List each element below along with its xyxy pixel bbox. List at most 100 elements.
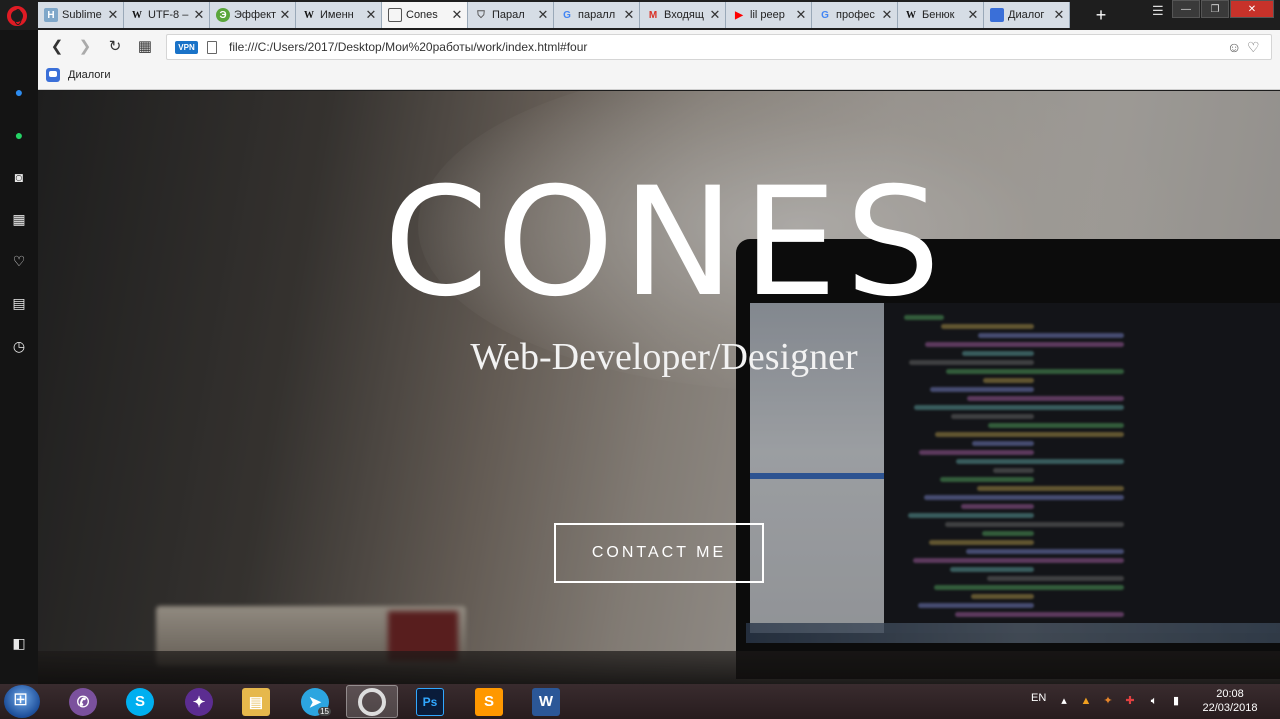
security-tray-icon[interactable]: ✚ [1122,693,1138,709]
history-icon[interactable]: ◷ [9,336,29,356]
whatsapp-icon[interactable]: ● [9,125,29,145]
new-tab-button[interactable]: + [1090,4,1112,26]
viber-icon: ✆ [69,687,97,716]
tab-5[interactable]: ⛉ Парал ✕ [468,2,554,28]
contact-me-button[interactable]: CONTACT ME [554,523,764,583]
network-icon[interactable]: ▮ [1168,693,1184,709]
tab-close-icon[interactable]: ✕ [279,7,291,23]
system-clock[interactable]: 20:08 22/03/2018 [1196,687,1264,715]
tab-2[interactable]: Э Эффект ✕ [210,2,296,28]
news-icon[interactable]: ▤ [9,293,29,313]
tab-close-icon[interactable]: ✕ [1053,7,1065,23]
sidebar-toggle-icon[interactable]: ◧ [9,633,29,653]
camera-icon[interactable]: ◙ [9,167,29,187]
tab-close-icon[interactable]: ✕ [881,7,893,23]
word-icon: W [532,687,560,716]
language-indicator[interactable]: EN [1031,692,1046,704]
vpn-badge[interactable]: VPN [175,41,198,54]
windows-taskbar: ✆S✦▤➤15OPsSW EN ▴ ▲ ✦ ✚ 🔈︎ ▮ 20:08 22/03… [0,684,1280,719]
skype-icon: S [126,687,154,716]
tab-close-icon[interactable]: ✕ [193,7,205,23]
tab-9[interactable]: Gпрофес ✕ [812,2,898,28]
tab-close-icon[interactable]: ✕ [967,7,979,23]
address-toolbar: ❮ ❯ ↻ ▦ VPN file:///C:/Users/2017/Deskto… [38,30,1280,64]
forward-button[interactable]: ❯ [76,38,94,56]
tab-11[interactable]: Диалог ✕ [984,2,1070,28]
tab-3[interactable]: W Именн ✕ [296,2,382,28]
taskbar-sublime-text[interactable]: S [463,685,515,718]
tab-6[interactable]: Gпаралл ✕ [554,2,640,28]
tab-favicon-icon: G [563,9,571,21]
notification-badge: 15 [318,707,331,716]
tab-10[interactable]: W Бенюк ✕ [898,2,984,28]
bookmark-heart-icon[interactable]: ♡ [1247,39,1260,56]
tab-favicon-icon: ⛉ [477,9,485,21]
tab-close-icon[interactable]: ✕ [107,7,119,23]
back-button[interactable]: ❮ [48,38,66,56]
tab-0[interactable]: H Sublime ✕ [38,2,124,28]
taskbar-file-explorer[interactable]: ▤ [230,685,282,718]
heart-icon[interactable]: ♡ [9,251,29,271]
messenger-icon[interactable]: ● [9,82,29,102]
tab-1[interactable]: W UTF-8 – ✕ [124,2,210,28]
tab-close-icon[interactable]: ✕ [537,7,549,23]
bookmark-label: Диалоги [68,69,111,81]
tab-7[interactable]: M Входящ ✕ [640,2,726,28]
start-button[interactable] [4,685,40,718]
tab-close-icon[interactable]: ✕ [709,7,721,23]
tab-close-icon[interactable]: ✕ [365,7,377,23]
tab-favicon-icon: H [44,8,58,22]
taskbar-telegram[interactable]: ➤ 15 [289,685,341,718]
volume-icon[interactable]: 🔈︎ [1146,693,1162,709]
page-viewport: CONES Web-Developer/Designer CONTACT ME [38,91,1280,684]
tab-favicon-icon: W [304,9,314,21]
close-window-button[interactable]: ✕ [1230,0,1274,18]
opera-menu-icon[interactable] [7,6,27,26]
url-field[interactable]: VPN file:///C:/Users/2017/Desktop/Мои%20… [166,34,1272,60]
tab-close-icon[interactable]: ✕ [623,7,635,23]
reload-button[interactable]: ↻ [106,38,124,56]
taskbar-visual-studio[interactable]: ✦ [173,685,225,718]
url-text[interactable]: file:///C:/Users/2017/Desktop/Мои%20рабо… [229,40,587,54]
minimize-button[interactable]: — [1172,0,1200,18]
file-icon [207,41,217,54]
tab-menu-icon[interactable]: ☰ [1152,3,1164,19]
bookmarks-bar: Диалоги [38,64,1280,90]
tab-label: Именн [320,9,354,21]
snapshot-emoji-icon[interactable]: ☺ [1227,39,1241,55]
tab-label: Бенюк [922,9,955,21]
file-explorer-icon: ▤ [242,687,270,716]
tray-expand-icon[interactable]: ▴ [1056,693,1072,709]
taskbar-word[interactable]: W [520,685,572,718]
speed-dial-button[interactable]: ▦ [136,38,154,56]
maximize-button[interactable]: ❐ [1201,0,1229,18]
sublime-text-icon: S [475,687,503,716]
taskbar-viber[interactable]: ✆ [57,685,109,718]
clock-time: 20:08 [1216,688,1244,700]
speed-dial-icon[interactable]: ▦ [9,209,29,229]
window-controls: — ❐ ✕ [1171,0,1274,18]
taskbar-skype[interactable]: S [114,685,166,718]
bookmark-dialogs[interactable]: Диалоги [46,68,111,82]
taskbar-photoshop[interactable]: Ps [404,685,456,718]
avast-tray-icon[interactable]: ▲ [1078,693,1094,709]
visual-studio-icon: ✦ [185,687,213,716]
tab-4[interactable]: Cones ✕ [382,2,468,28]
browser-tab-strip: H Sublime ✕ W UTF-8 – ✕ Э Эффект ✕ W Именн ✕ Cones ✕ ⛉… [0,0,1280,30]
tab-favicon-icon: W [906,9,916,21]
taskbar-opera[interactable]: O [346,685,398,718]
tab-8[interactable]: ▶ lil peep ✕ [726,2,812,28]
tab-favicon-icon [388,8,402,22]
tab-favicon-icon: G [821,9,829,21]
opera-sidebar: ● ● ◙ ▦ ♡ ▤ ◷ ◧ [0,30,38,684]
tab-list: H Sublime ✕ W UTF-8 – ✕ Э Эффект ✕ W Именн ✕ Cones ✕ ⛉… [38,0,1070,30]
metamask-tray-icon[interactable]: ✦ [1100,693,1116,709]
clock-date: 22/03/2018 [1202,702,1258,714]
photoshop-icon: Ps [416,687,444,716]
tab-close-icon[interactable]: ✕ [795,7,807,23]
hero-subtitle: Web-Developer/Designer [470,336,858,378]
tab-close-icon[interactable]: ✕ [451,7,463,23]
tab-favicon-icon: M [648,9,658,21]
tab-label: Входящ [664,9,704,21]
tab-label: Cones [406,9,438,21]
